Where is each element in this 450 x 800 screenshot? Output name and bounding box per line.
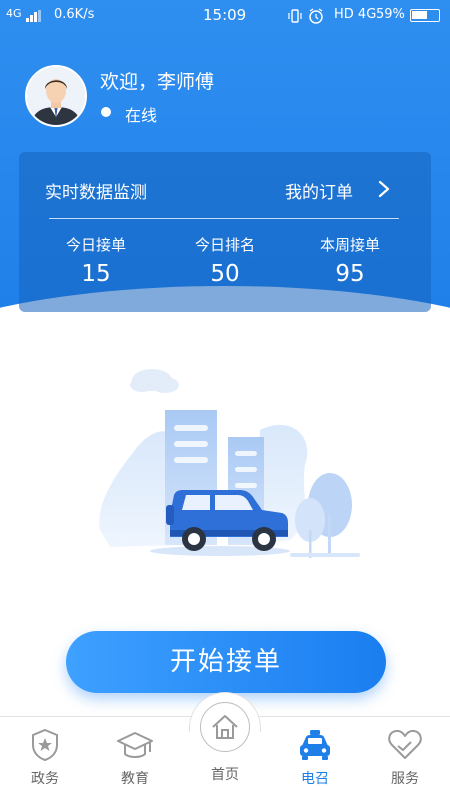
stat-label: 今日排名 (194, 236, 255, 254)
clock: 15:09 (203, 6, 247, 24)
battery-fill (412, 11, 427, 19)
start-taking-orders-button[interactable]: 开始接单 (66, 631, 386, 693)
alarm-icon (309, 8, 323, 24)
stat-week-orders: 本周接单 95 (290, 234, 410, 287)
stat-today-rank: 今日排名 50 (165, 234, 285, 287)
status-bar: 4G 0.6K/s 15:09 HD 4G 59% (0, 0, 450, 30)
nav-item-gov[interactable]: 政务 (10, 728, 80, 788)
graduation-cap-icon (117, 732, 153, 758)
nav-item-service[interactable]: 服务 (370, 728, 440, 788)
nav-item-home[interactable]: 首页 (190, 702, 260, 784)
nav-label: 教育 (121, 771, 149, 787)
stat-today-orders: 今日接单 15 (36, 234, 156, 287)
avatar[interactable] (25, 65, 87, 127)
hd-indicator: HD 4G (334, 7, 377, 22)
nav-item-edu[interactable]: 教育 (100, 728, 170, 788)
online-status-text: 在线 (125, 106, 158, 125)
battery-percent: 59% (376, 7, 405, 22)
chevron-right-icon[interactable] (377, 180, 391, 198)
home-icon (212, 715, 238, 739)
monitor-title: 实时数据监测 (45, 183, 147, 203)
stat-value: 95 (335, 261, 365, 287)
realtime-monitor-card: 实时数据监测 我的订单 今日接单 15 今日排名 50 本周接单 95 (19, 152, 431, 312)
network-type: 4G (6, 7, 22, 20)
home-circle (200, 702, 250, 752)
my-orders-link[interactable]: 我的订单 (285, 178, 353, 203)
greeting-text: 欢迎，李师傅 (100, 71, 215, 93)
nav-item-dispatch[interactable]: 电召 (280, 728, 350, 788)
star-shield-icon (32, 728, 58, 762)
nav-label: 政务 (31, 771, 59, 787)
car-city-illustration (99, 369, 360, 558)
stat-label: 本周接单 (319, 236, 380, 254)
cloud-icon (130, 369, 179, 393)
online-status-dot (101, 107, 111, 117)
vibrate-icon (288, 9, 302, 23)
stat-value: 15 (81, 261, 111, 287)
nav-label: 电召 (301, 771, 329, 787)
taxi-icon (300, 730, 330, 760)
signal-icon (26, 10, 44, 22)
driver-avatar-icon (27, 67, 85, 125)
network-speed: 0.6K/s (54, 7, 95, 22)
heart-icon (388, 729, 422, 759)
nav-label: 首页 (211, 767, 239, 783)
stat-label: 今日接单 (65, 236, 126, 254)
stat-value: 50 (210, 261, 240, 287)
nav-label: 服务 (391, 771, 419, 787)
battery-icon (410, 9, 440, 22)
card-divider (49, 218, 399, 219)
